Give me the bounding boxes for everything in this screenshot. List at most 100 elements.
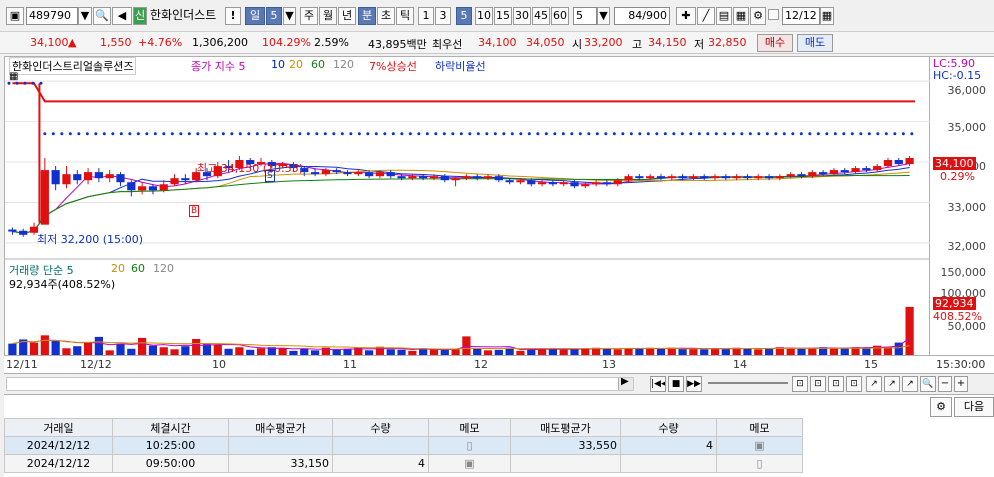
minute-30[interactable]: 30 (513, 7, 531, 25)
dotted-marker (527, 132, 531, 136)
trend-icon-3[interactable]: ↗ (902, 376, 918, 392)
plus-icon[interactable]: + (954, 376, 968, 392)
dotted-marker (723, 132, 727, 136)
dotted-marker (893, 132, 897, 136)
trend-icon-2[interactable]: ↗ (884, 376, 900, 392)
next-button[interactable]: 다음 (954, 397, 994, 417)
memo-icon[interactable]: ▯ (716, 454, 803, 473)
minute-3[interactable]: 3 (435, 7, 451, 25)
dotted-marker (162, 132, 166, 136)
volume-bar (754, 349, 763, 355)
best-label: 최우선 (432, 38, 463, 51)
scrollbar[interactable]: ▶ (6, 376, 634, 391)
scroll-controls: ▶ |◀◀ ■ ▶▶ ⊡ ⊡ ⊡ ⊡ ↗ ↗ ↗ 🔍 − + (4, 375, 994, 393)
chart-area[interactable]: 한화인더스트리얼솔루션즈 종가 지수 5 10 20 60 120 7%상승선 … (4, 56, 931, 356)
speaker-icon[interactable]: ◀ (112, 7, 132, 25)
crosshair-icon[interactable]: ✚ (676, 7, 696, 25)
scrollbar-thumb[interactable] (7, 378, 619, 390)
dotted-marker (680, 132, 684, 136)
toolbar: ▣ 489790 ▼ 🔍 ◀ 신 한화인더스트 ! 일 5 ▼ 주 월 년 분 … (0, 0, 994, 32)
date-input[interactable]: 12/12 (782, 7, 820, 25)
candle-body (602, 182, 612, 185)
first-icon[interactable]: |◀◀ (650, 376, 666, 392)
gear-icon[interactable]: ⚙ (930, 397, 952, 417)
calendar-icon[interactable]: ▦ (820, 7, 834, 25)
period-month[interactable]: 월 (319, 7, 337, 25)
stop-icon[interactable]: ■ (668, 376, 684, 392)
minute-1[interactable]: 1 (418, 7, 434, 25)
gear-icon[interactable]: ⚙ (750, 7, 766, 25)
memo-edit-icon[interactable]: ▣ (428, 454, 511, 473)
vol-ma-120-label: 120 (153, 262, 174, 275)
period-week[interactable]: 주 (300, 7, 318, 25)
play-icon[interactable]: ▶▶ (686, 376, 702, 392)
sell-button[interactable]: 매도 (797, 34, 833, 52)
period-day[interactable]: 일 (245, 7, 265, 25)
cell-buy-qty (332, 436, 429, 455)
dotted-marker (655, 132, 659, 136)
period-year[interactable]: 년 (338, 7, 356, 25)
view-icon-3[interactable]: ⊡ (828, 376, 844, 392)
trend-icon[interactable]: ↗ (866, 376, 882, 392)
col-exec-time: 체결시간 (112, 418, 229, 437)
upper-limit-label: 7%상승선 (369, 60, 417, 73)
volume-bar (494, 349, 503, 355)
period-day-count[interactable]: 5 (266, 7, 282, 25)
volume-ma-line (12, 337, 910, 351)
candle-body (700, 176, 709, 179)
minute-10[interactable]: 10 (475, 7, 493, 25)
candle-body (570, 182, 579, 187)
interval-dropdown-icon[interactable]: ▼ (597, 7, 610, 25)
minus-icon[interactable]: − (938, 376, 952, 392)
count-input[interactable]: 84/900 (614, 7, 670, 25)
period-tick[interactable]: 틱 (396, 7, 414, 25)
candle-body (429, 176, 439, 179)
dotted-marker (340, 132, 344, 136)
volume-bar (51, 341, 60, 355)
candle-body (375, 172, 385, 177)
candle-body (527, 180, 536, 185)
dotted-marker (859, 132, 863, 136)
view-icon-2[interactable]: ⊡ (810, 376, 826, 392)
code-input[interactable]: 489790 (26, 7, 78, 25)
time-label-1211: 12/11 (6, 358, 38, 371)
dotted-marker (391, 132, 395, 136)
alert-icon[interactable]: ! (225, 7, 241, 25)
memo-edit-icon[interactable]: ▣ (716, 436, 803, 455)
save-icon[interactable]: ▤ (716, 7, 732, 25)
period-minute[interactable]: 분 (358, 7, 376, 25)
date-checkbox[interactable] (768, 9, 779, 20)
zoom-slider[interactable] (708, 382, 788, 384)
view-icon-4[interactable]: ⊡ (846, 376, 862, 392)
buy-button[interactable]: 매수 (757, 34, 793, 52)
table-row[interactable]: 2024/12/12 09:50:00 33,150 4 ▣ ▯ (4, 454, 803, 473)
candle-body (473, 176, 482, 179)
candle-body (321, 170, 330, 175)
table-icon[interactable]: ▦ (9, 71, 18, 82)
dotted-marker (289, 132, 293, 136)
change: 1,550 (100, 36, 132, 49)
table-row[interactable]: 2024/12/12 10:25:00 ▯ 33,550 4 ▣ (4, 436, 803, 455)
memo-icon[interactable]: ▯ (428, 436, 511, 455)
minute-5[interactable]: 5 (456, 7, 472, 25)
code-dropdown-icon[interactable]: ▼ (78, 7, 92, 25)
interval-input[interactable]: 5 (573, 7, 597, 25)
draw-tool-icon[interactable]: ╱ (697, 7, 715, 25)
period-dropdown-icon[interactable]: ▼ (283, 7, 296, 25)
period-second[interactable]: 초 (377, 7, 395, 25)
minute-60[interactable]: 60 (551, 7, 569, 25)
window-icon[interactable]: ▣ (6, 7, 24, 25)
volume-bar (246, 349, 255, 355)
dotted-marker (791, 132, 795, 136)
search-icon[interactable]: 🔍 (93, 7, 111, 25)
dotted-marker (374, 132, 378, 136)
minute-15[interactable]: 15 (494, 7, 512, 25)
zoom-out-icon[interactable]: 🔍 (920, 376, 936, 392)
view-icon-1[interactable]: ⊡ (792, 376, 808, 392)
minute-45[interactable]: 45 (532, 7, 550, 25)
volume-bar (710, 348, 720, 355)
tick-36000: 36,000 (947, 84, 987, 97)
upper-limit-line (12, 82, 915, 103)
grid-icon[interactable]: ▦ (733, 7, 749, 25)
scroll-right-icon[interactable]: ▶ (621, 376, 629, 387)
